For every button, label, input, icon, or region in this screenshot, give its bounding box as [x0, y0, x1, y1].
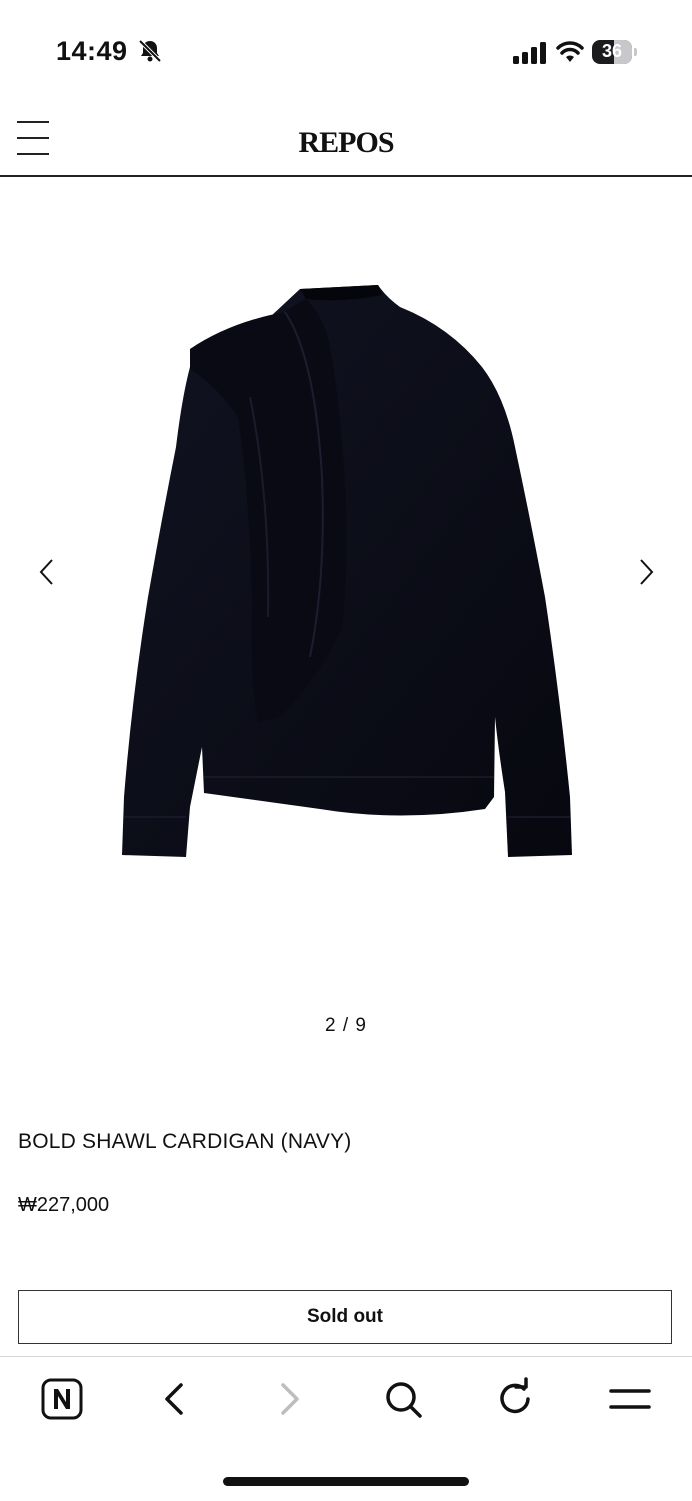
product-gallery — [0, 177, 692, 1007]
browser-toolbar — [0, 1356, 692, 1501]
brand-logo[interactable]: REPOS — [0, 126, 692, 160]
forward-icon[interactable] — [267, 1377, 311, 1421]
bell-slash-icon — [138, 39, 162, 63]
chevron-left-icon[interactable] — [35, 557, 59, 587]
product-image[interactable] — [110, 277, 582, 867]
status-bar: 14:49 36 — [0, 0, 692, 100]
battery-level: 36 — [601, 41, 623, 61]
product-price: ₩227,000 — [18, 1194, 110, 1216]
cellular-signal-icon — [513, 42, 546, 64]
site-header: REPOS — [0, 100, 692, 177]
back-icon[interactable] — [153, 1377, 197, 1421]
home-indicator — [223, 1477, 469, 1486]
chevron-right-icon[interactable] — [634, 557, 658, 587]
search-icon[interactable] — [381, 1377, 425, 1421]
sold-out-button[interactable]: Sold out — [18, 1290, 672, 1344]
wifi-icon — [556, 41, 584, 62]
reload-icon[interactable] — [494, 1377, 538, 1421]
product-title: BOLD SHAWL CARDIGAN (NAVY) — [18, 1130, 352, 1153]
battery-icon: 36 — [592, 40, 638, 64]
naver-home-icon[interactable] — [40, 1377, 84, 1421]
image-counter: 2 / 9 — [325, 1015, 367, 1036]
menu-icon[interactable] — [608, 1377, 652, 1421]
status-time: 14:49 — [56, 36, 128, 66]
